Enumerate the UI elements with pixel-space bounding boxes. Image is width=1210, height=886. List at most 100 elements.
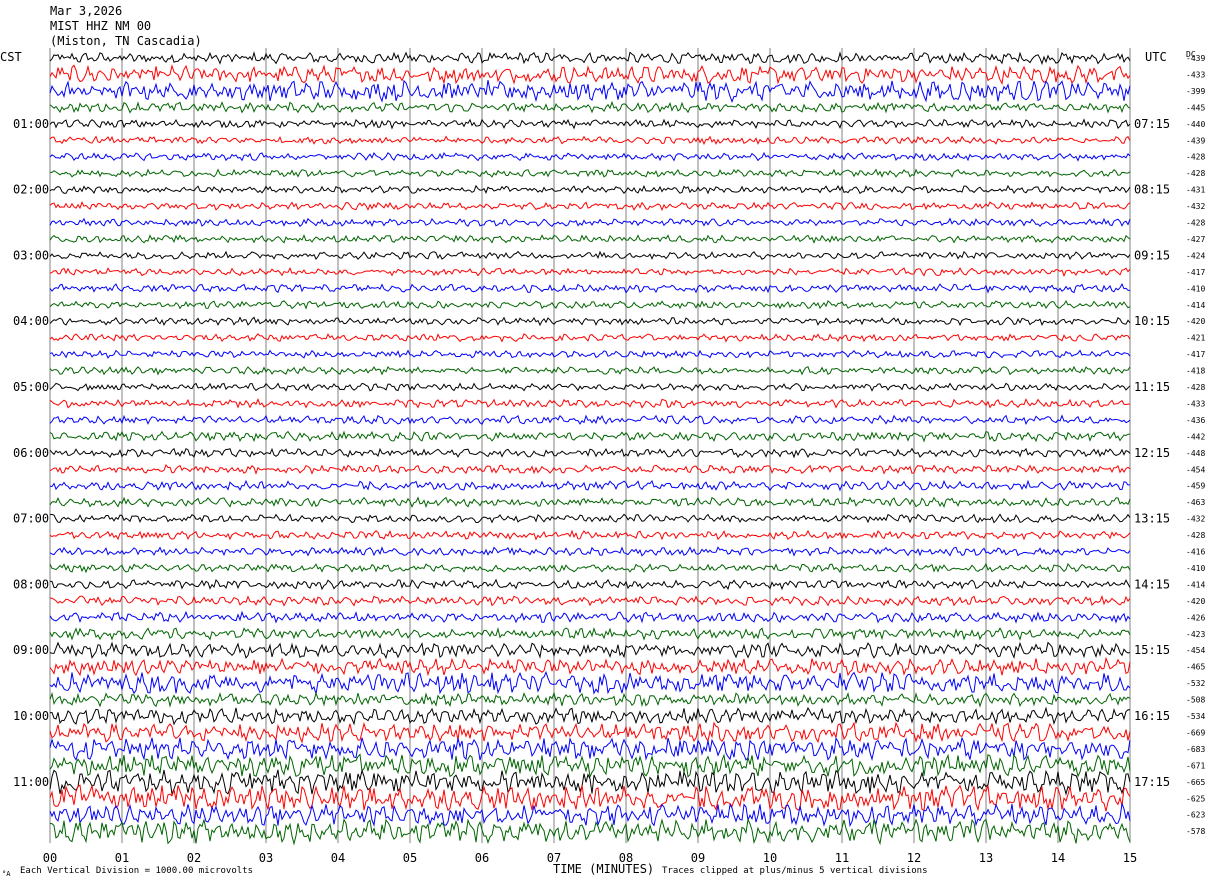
- trace-16: [49, 299, 1131, 310]
- trace-27: [49, 479, 1131, 492]
- dc-offset-25: -448: [1186, 449, 1205, 458]
- left-hour-label-3: 03:00: [13, 248, 49, 262]
- dc-offset-labels: -439-433-399-445-440-439-428-428-431-432…: [1186, 54, 1205, 836]
- right-hour-label-8: 14:15: [1134, 577, 1170, 591]
- dc-offset-46: -625: [1186, 794, 1205, 803]
- trace-47: [49, 803, 1131, 828]
- trace-14: [49, 266, 1131, 278]
- header-location: (Miston, TN Cascadia): [50, 34, 202, 48]
- dc-offset-47: -623: [1186, 811, 1205, 820]
- right-hour-label-4: 10:15: [1134, 314, 1170, 328]
- clip-note: Traces clipped at plus/minus 5 vertical …: [662, 866, 928, 876]
- left-hour-labels: 01:00 02:00 03:00 04:00 05:00 06:00 07:00 08:00…: [13, 117, 49, 789]
- right-hour-labels: 07:15 08:15 09:15 10:15 11:15 12:15 13:15 14:15…: [1134, 117, 1170, 789]
- trace-43: [49, 736, 1131, 762]
- trace-41: [49, 706, 1131, 726]
- dc-offset-32: -410: [1186, 564, 1205, 573]
- dc-offset-11: -428: [1186, 219, 1205, 228]
- dc-offset-3: -399: [1186, 87, 1205, 96]
- dc-offset-48: -578: [1186, 827, 1205, 836]
- dc-offset-7: -428: [1186, 153, 1205, 162]
- trace-8: [49, 168, 1131, 178]
- dc-header-label: DC: [1186, 50, 1196, 59]
- seismic-traces: [49, 50, 1131, 846]
- trace-26: [49, 463, 1131, 475]
- trace-20: [49, 365, 1131, 376]
- dc-offset-37: -454: [1186, 646, 1205, 655]
- trace-32: [49, 562, 1131, 574]
- trace-30: [49, 529, 1131, 541]
- trace-12: [49, 234, 1131, 244]
- x-tick-10: 10: [763, 851, 777, 865]
- dc-offset-2: -433: [1186, 70, 1205, 79]
- left-hour-label-9: 09:00: [13, 643, 49, 657]
- x-tick-15: 15: [1123, 851, 1137, 865]
- dc-offset-24: -442: [1186, 432, 1205, 441]
- trace-19: [49, 349, 1131, 359]
- left-hour-label-11: 11:00: [13, 775, 49, 789]
- dc-offset-30: -428: [1186, 531, 1205, 540]
- right-hour-label-2: 08:15: [1134, 183, 1170, 197]
- dc-offset-29: -432: [1186, 515, 1205, 524]
- left-hour-label-5: 05:00: [13, 380, 49, 394]
- minute-gridlines: [49, 48, 1131, 844]
- right-hour-label-6: 12:15: [1134, 446, 1170, 460]
- trace-17: [49, 316, 1131, 327]
- dc-offset-34: -420: [1186, 597, 1205, 606]
- trace-1: [49, 50, 1131, 66]
- trace-7: [49, 151, 1131, 162]
- dc-offset-35: -426: [1186, 613, 1205, 622]
- x-tick-13: 13: [979, 851, 993, 865]
- trace-42: [49, 721, 1131, 744]
- left-hour-label-6: 06:00: [13, 446, 49, 460]
- dc-offset-17: -420: [1186, 317, 1205, 326]
- right-hour-label-7: 13:15: [1134, 512, 1170, 526]
- trace-29: [49, 513, 1131, 524]
- helicorder-plot: 01:00 02:00 03:00 04:00 05:00 06:00 07:00 08:00…: [13, 48, 1205, 865]
- trace-15: [49, 282, 1131, 294]
- left-hour-label-1: 01:00: [13, 117, 49, 131]
- trace-37: [49, 641, 1131, 660]
- x-tick-05: 05: [403, 851, 417, 865]
- trace-35: [49, 610, 1131, 624]
- left-hour-label-2: 02:00: [13, 183, 49, 197]
- trace-18: [49, 333, 1131, 343]
- dc-offset-22: -433: [1186, 399, 1205, 408]
- dc-offset-33: -414: [1186, 580, 1205, 589]
- trace-9: [49, 184, 1131, 195]
- dc-offset-27: -459: [1186, 482, 1205, 491]
- trace-10: [49, 201, 1131, 212]
- dc-offset-45: -665: [1186, 778, 1205, 787]
- right-hour-label-5: 11:15: [1134, 380, 1170, 394]
- right-hour-label-3: 09:15: [1134, 248, 1170, 262]
- dc-offset-31: -416: [1186, 548, 1205, 557]
- dc-offset-44: -671: [1186, 761, 1205, 770]
- dc-offset-26: -454: [1186, 465, 1205, 474]
- dc-offset-14: -417: [1186, 268, 1205, 277]
- right-hour-label-10: 16:15: [1134, 709, 1170, 723]
- dc-offset-10: -432: [1186, 202, 1205, 211]
- dc-offset-15: -410: [1186, 284, 1205, 293]
- dc-offset-38: -465: [1186, 663, 1205, 672]
- dc-offset-4: -445: [1186, 103, 1205, 112]
- dc-offset-8: -428: [1186, 169, 1205, 178]
- left-hour-label-4: 04:00: [13, 314, 49, 328]
- dc-offset-36: -423: [1186, 630, 1205, 639]
- dc-offset-18: -421: [1186, 334, 1205, 343]
- trace-38: [49, 656, 1131, 677]
- left-hour-label-10: 10:00: [13, 709, 49, 723]
- dc-offset-16: -414: [1186, 301, 1205, 310]
- trace-6: [49, 135, 1131, 146]
- x-tick-03: 03: [259, 851, 273, 865]
- trace-11: [49, 217, 1131, 228]
- right-hour-label-1: 07:15: [1134, 117, 1170, 131]
- right-hour-label-11: 17:15: [1134, 775, 1170, 789]
- trace-22: [49, 398, 1130, 409]
- dc-offset-19: -417: [1186, 350, 1205, 359]
- dc-offset-20: -418: [1186, 367, 1205, 376]
- trace-34: [49, 594, 1131, 607]
- dc-offset-6: -439: [1186, 136, 1205, 145]
- left-hour-label-7: 07:00: [13, 512, 49, 526]
- dc-offset-43: -683: [1186, 745, 1205, 754]
- x-tick-12: 12: [907, 851, 921, 865]
